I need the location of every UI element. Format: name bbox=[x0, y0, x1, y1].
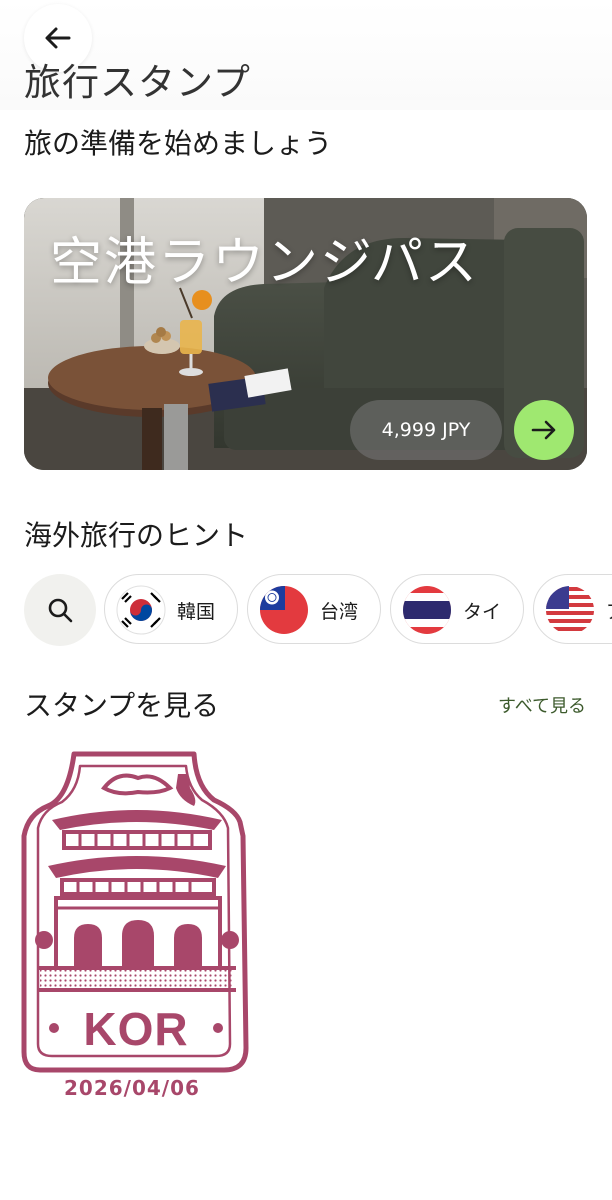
kor-palace-stamp-icon: KOR bbox=[21, 751, 249, 1073]
country-chip-label: 韓国 bbox=[177, 601, 216, 623]
stamps-section-title: スタンプを見る bbox=[24, 689, 220, 722]
search-button[interactable] bbox=[24, 574, 96, 646]
country-chip-thailand[interactable]: タイ bbox=[390, 574, 524, 644]
country-chip-label: 台湾 bbox=[320, 601, 359, 623]
lounge-pass-banner[interactable]: 空港ラウンジパス 4,999 JPY bbox=[24, 198, 587, 470]
stamp-date: 2026/04/06 bbox=[64, 1076, 200, 1100]
country-chip-row: 韓国 台湾 タイ bbox=[24, 574, 612, 648]
country-chip-label: ア bbox=[606, 597, 612, 624]
country-chip-taiwan[interactable]: 台湾 bbox=[247, 574, 381, 644]
country-chip-usa[interactable]: ア bbox=[533, 574, 612, 644]
price-badge: 4,999 JPY bbox=[350, 400, 502, 460]
country-chip-label: タイ bbox=[463, 601, 502, 623]
prep-section-title: 旅の準備を始めましょう bbox=[24, 127, 333, 160]
stamp-kor[interactable]: KOR bbox=[18, 748, 254, 1078]
th-flag-icon bbox=[403, 586, 451, 634]
kr-flag-icon bbox=[116, 585, 166, 635]
search-icon bbox=[48, 598, 73, 623]
banner-go-button[interactable] bbox=[514, 400, 574, 460]
price-text: 4,999 JPY bbox=[381, 419, 471, 441]
country-chip-korea[interactable]: 韓国 bbox=[104, 574, 238, 644]
arrow-right-icon bbox=[531, 420, 556, 440]
arrow-left-icon bbox=[45, 27, 71, 49]
stamp-code: KOR bbox=[83, 1003, 188, 1055]
tips-section-title: 海外旅行のヒント bbox=[24, 519, 249, 552]
tw-flag-icon bbox=[260, 586, 308, 634]
banner-title: 空港ラウンジパス bbox=[50, 233, 479, 293]
page-title: 旅行スタンプ bbox=[24, 61, 251, 104]
see-all-link[interactable]: すべて見る bbox=[498, 692, 586, 718]
us-flag-icon bbox=[546, 586, 594, 634]
